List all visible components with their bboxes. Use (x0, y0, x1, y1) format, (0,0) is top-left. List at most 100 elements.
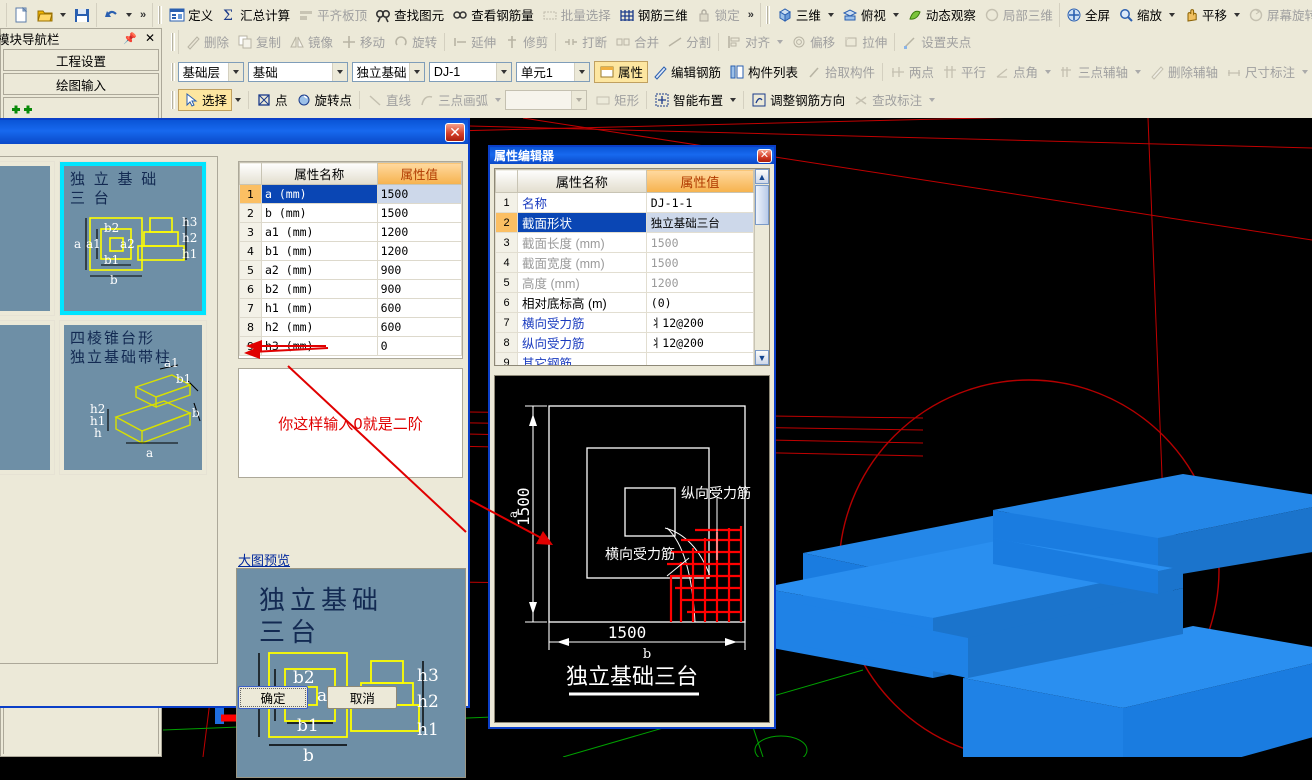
scroll-down-icon[interactable]: ▼ (755, 350, 769, 365)
close-icon[interactable]: ✕ (141, 31, 159, 45)
property-name-cell[interactable]: 截面宽度 (mm) (517, 252, 647, 273)
table-row[interactable]: 4 b1 (mm) 1200 (239, 241, 462, 261)
check-dimension-button[interactable]: 查改标注 (849, 89, 926, 111)
delete-button[interactable]: 删除 (181, 31, 233, 53)
parallel-button[interactable]: 平行 (938, 61, 990, 83)
ok-button[interactable]: 确定 (238, 686, 308, 709)
dimension-dropdown-icon[interactable] (1302, 69, 1309, 74)
property-name-cell[interactable]: 纵向受力筋 (517, 332, 647, 353)
pick-component-button[interactable]: 拾取构件 (802, 61, 879, 83)
property-value-cell[interactable]: 900 (376, 260, 462, 280)
trim-button[interactable]: 修剪 (500, 31, 552, 53)
open-file-button[interactable] (33, 4, 57, 26)
close-icon[interactable]: ✕ (757, 148, 772, 163)
property-name-cell[interactable]: a2 (mm) (261, 260, 378, 280)
property-table-scrollbar[interactable]: ▲ ▼ (754, 169, 769, 365)
batch-select-button[interactable]: 批量选择 (538, 4, 615, 26)
properties-button[interactable]: 属性 (593, 60, 648, 83)
zoom-button[interactable]: 缩放 (1114, 4, 1166, 26)
table-row[interactable]: 8 纵向受力筋 丬12@200 (495, 332, 754, 353)
pan-dropdown-icon[interactable] (1233, 12, 1240, 17)
property-name-cell[interactable]: b2 (mm) (261, 279, 378, 299)
adjust-rebar-direction-button[interactable]: 调整钢筋方向 (747, 89, 849, 111)
property-name-cell[interactable]: 截面长度 (mm) (517, 232, 647, 253)
merge-button[interactable]: 合并 (611, 31, 663, 53)
toolbar-gripper[interactable] (171, 62, 175, 81)
three-point-arc-button[interactable]: 三点画弧 (415, 89, 492, 111)
table-row[interactable]: 1a (mm) 1500 (239, 184, 462, 204)
property-value-cell[interactable]: 1200 (376, 241, 462, 261)
orbit-button[interactable]: 动态观察 (903, 4, 980, 26)
align-slab-top-button[interactable]: 平齐板顶 (294, 4, 371, 26)
sidebar-item-project-settings[interactable]: 工程设置 (3, 49, 159, 71)
view-rebar-amount-button[interactable]: 查看钢筋量 (448, 4, 538, 26)
move-button[interactable]: 移动 (337, 31, 389, 53)
shape-cell-1[interactable]: 独 立 基 础 三 台 a a1 b2 a2 b1 b h3 h2 h1 (59, 161, 207, 316)
property-value-cell[interactable]: DJ-1-1 (645, 192, 754, 213)
dimension-button[interactable]: 尺寸标注 (1222, 61, 1299, 83)
smart-layout-dropdown-icon[interactable] (730, 97, 737, 102)
set-grip-button[interactable]: 设置夹点 (898, 31, 975, 53)
property-editor-table[interactable]: 属性名称 属性值 1 名称 DJ-1-1 2 截面形状 独立基础三台 3 截面长度 (mm) 1… (494, 168, 770, 366)
find-element-button[interactable]: 查找图元 (371, 4, 448, 26)
component-name-combo[interactable]: DJ-1 (428, 61, 512, 82)
property-value-cell[interactable]: 600 (376, 317, 462, 337)
table-row[interactable]: 4 截面宽度 (mm) 1500 (495, 252, 754, 273)
draw-mode-combo[interactable] (505, 89, 588, 110)
cad-preview-panel[interactable]: 1500 a 1500 b 纵向受力筋 横向受力筋 独立基础三台 (494, 375, 770, 723)
summary-calc-button[interactable]: Σ 汇总计算 (217, 4, 294, 26)
select-tool-dropdown-icon[interactable] (235, 97, 242, 102)
align-dropdown-icon[interactable] (777, 39, 784, 44)
shape-list[interactable]: 础 a2 h a3 (0, 156, 218, 664)
top-view-button[interactable]: 俯视 (838, 4, 890, 26)
property-value-cell[interactable]: 1500 (376, 184, 462, 204)
table-row[interactable]: 1 名称 DJ-1-1 (495, 192, 754, 213)
split-button[interactable]: 分割 (663, 31, 715, 53)
rectangle-tool-button[interactable]: 矩形 (591, 89, 643, 111)
two-point-button[interactable]: 两点 (886, 61, 938, 83)
property-name-cell[interactable]: b (mm) (261, 203, 378, 223)
category-combo[interactable]: 基础 (247, 61, 348, 82)
shape-cell-2[interactable]: 基 础 带坡 h2 h1 (0, 320, 55, 475)
view-3d-button[interactable]: 三维 (773, 4, 825, 26)
chevron-down-icon[interactable] (571, 90, 587, 109)
toolbar-overflow-button-2[interactable]: » (744, 9, 758, 21)
table-row[interactable]: 5 a2 (mm) 900 (239, 260, 462, 280)
shape-cell-0[interactable]: 础 a2 h a3 (0, 161, 55, 316)
smart-layout-button[interactable]: 智能布置 (650, 89, 727, 111)
rotate-button[interactable]: 旋转 (389, 31, 441, 53)
property-value-cell[interactable]: 1500 (376, 203, 462, 223)
fullscreen-button[interactable]: 全屏 (1062, 4, 1114, 26)
cancel-button[interactable]: 取消 (327, 686, 398, 709)
pin-icon[interactable]: 📌 (119, 32, 141, 45)
property-editor-titlebar[interactable]: 属性编辑器 ✕ (490, 147, 774, 164)
extend-button[interactable]: 延伸 (448, 31, 500, 53)
toolbar-gripper[interactable] (765, 5, 770, 24)
delete-axis-button[interactable]: 删除辅轴 (1145, 61, 1222, 83)
property-name-cell[interactable]: a1 (mm) (261, 222, 378, 242)
screen-rotate-button[interactable]: 屏幕旋转 (1244, 4, 1312, 26)
table-row[interactable]: 3 a1 (mm) 1200 (239, 222, 462, 242)
copy-button[interactable]: 复制 (233, 31, 285, 53)
property-value-cell[interactable]: 0 (376, 336, 462, 356)
property-name-cell[interactable]: a (mm) (261, 184, 378, 204)
property-name-cell[interactable]: 截面形状 (517, 212, 647, 233)
chevron-down-icon[interactable] (495, 62, 511, 81)
partial-3d-button[interactable]: 局部三维 (980, 4, 1057, 26)
property-name-cell[interactable]: 高度 (mm) (517, 272, 647, 293)
property-value-cell[interactable]: 独立基础三台 (645, 212, 754, 233)
three-point-axis-button[interactable]: 三点辅轴 (1055, 61, 1132, 83)
point-tool-button[interactable]: 点 (252, 89, 292, 111)
table-row[interactable]: 3 截面长度 (mm) 1500 (495, 232, 754, 253)
property-value-cell[interactable]: (0) (645, 292, 754, 313)
pan-button[interactable]: 平移 (1179, 4, 1231, 26)
property-value-cell[interactable]: 1200 (645, 272, 754, 293)
chevron-down-icon[interactable] (573, 62, 589, 81)
property-name-cell[interactable]: h2 (mm) (261, 317, 378, 337)
toolbar-gripper[interactable] (171, 90, 175, 109)
offset-button[interactable]: 偏移 (787, 31, 839, 53)
property-value-cell[interactable]: 丬12@200 (645, 312, 754, 333)
save-button[interactable] (70, 4, 94, 26)
open-file-dropdown-icon[interactable] (60, 12, 66, 17)
view-3d-dropdown-icon[interactable] (827, 12, 834, 17)
